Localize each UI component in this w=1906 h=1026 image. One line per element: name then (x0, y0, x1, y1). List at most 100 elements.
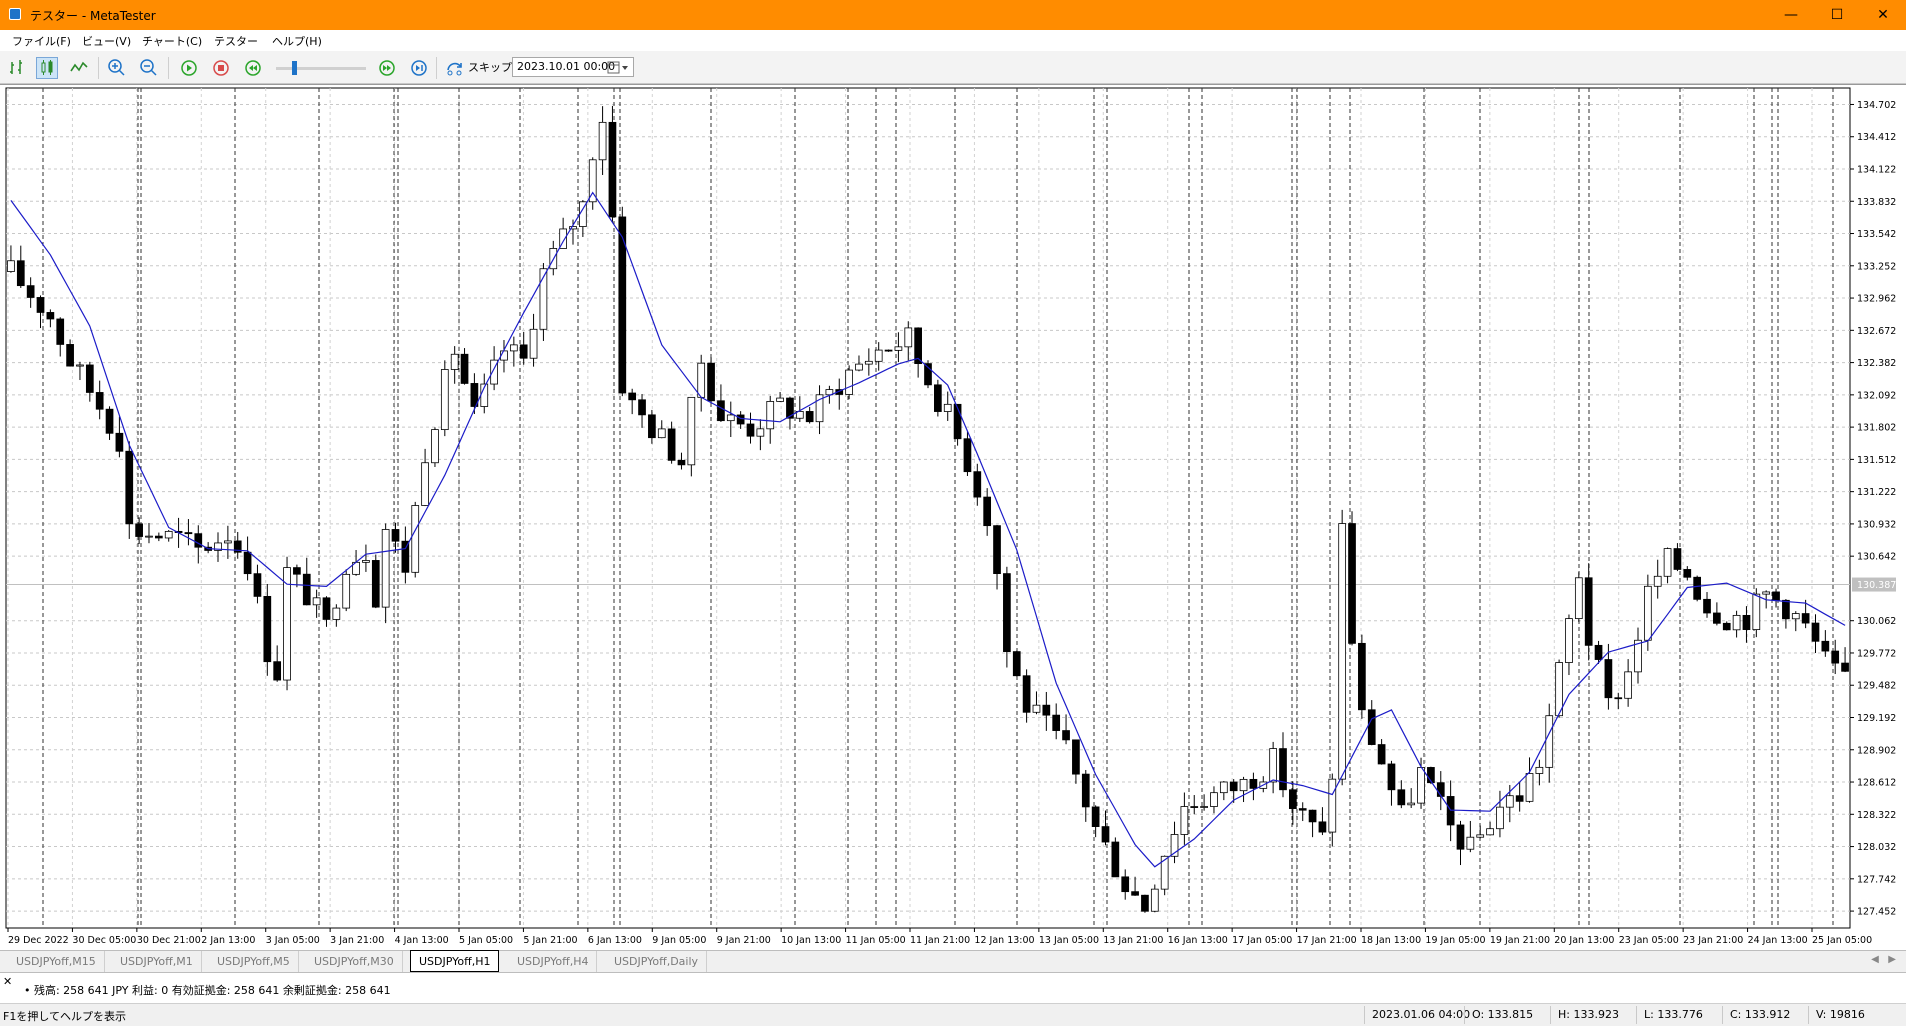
price-axis: 134.702 134.412 134.122 133.832 133.542 133.2… (1850, 100, 1896, 918)
candle-body (1732, 614, 1741, 631)
rewind-icon[interactable] (242, 57, 264, 79)
candle-body (145, 535, 153, 538)
time-label: 18 Jan 13:00 (1361, 935, 1421, 946)
price-label: 132.382 (1857, 358, 1896, 369)
skip-date-input[interactable]: 2023.10.01 00:00 (512, 57, 634, 77)
speed-slider[interactable] (276, 67, 366, 70)
bar-chart-icon[interactable] (6, 57, 28, 79)
menu-file[interactable]: ファイル(F) (12, 33, 71, 49)
tab-m30[interactable]: USDJPYoff,M30 (306, 951, 403, 972)
candle-body (1042, 704, 1051, 716)
candle-body (1407, 802, 1416, 806)
minimize-button[interactable]: — (1768, 0, 1814, 30)
current-price-label: 130.387 (1857, 580, 1896, 591)
candle-body (273, 661, 282, 681)
candle-body (697, 362, 706, 398)
candle-body (154, 535, 163, 539)
menu-view[interactable]: ビュー(V) (82, 33, 131, 49)
close-button[interactable]: ✕ (1860, 0, 1906, 30)
menu-help[interactable]: ヘルプ(H) (272, 33, 322, 49)
price-chart[interactable]: 134.702 134.412 134.122 133.832 133.542 133.2… (0, 85, 1906, 951)
speed-slider-thumb[interactable] (292, 61, 297, 75)
tab-h1[interactable]: USDJPYoff,H1 (410, 950, 500, 972)
price-label: 130.642 (1857, 552, 1896, 563)
candle-body (1081, 773, 1090, 808)
candle-body (1673, 548, 1682, 570)
tab-scroll-arrows[interactable]: ◀ ▶ (1871, 954, 1896, 965)
skip-button-label[interactable]: スキップ (468, 59, 512, 75)
candle-body (342, 573, 351, 609)
candle-body (1555, 662, 1563, 717)
chart-panel[interactable]: 134.702 134.412 134.122 133.832 133.542 133.2… (0, 84, 1906, 951)
skip-date-value: 2023.10.01 00:00 (517, 60, 616, 73)
candle-body (904, 327, 913, 348)
tab-m15[interactable]: USDJPYoff,M15 (8, 951, 105, 972)
time-label: 9 Jan 21:00 (717, 935, 771, 946)
candle-body (76, 364, 84, 367)
candle-body (26, 285, 35, 298)
candle-body (1565, 618, 1573, 663)
price-label: 129.772 (1857, 648, 1896, 659)
step-forward-icon[interactable] (408, 57, 430, 79)
line-chart-icon[interactable] (68, 57, 90, 79)
candle-body (766, 401, 775, 430)
candle-body (1486, 828, 1494, 836)
candle-body (1131, 891, 1139, 896)
candle-body (1683, 569, 1692, 578)
price-label: 128.032 (1857, 842, 1896, 853)
price-label: 133.542 (1857, 229, 1896, 240)
tab-m1[interactable]: USDJPYoff,M1 (112, 951, 202, 972)
candle-body (381, 529, 390, 608)
candle-body (164, 530, 173, 539)
skip-icon[interactable] (444, 57, 466, 79)
candle-body (332, 607, 341, 620)
candle-body (1466, 836, 1475, 850)
candle-body (1052, 714, 1061, 731)
time-label: 17 Jan 21:00 (1297, 935, 1357, 946)
candle-body (135, 523, 143, 537)
candle-body (1348, 523, 1356, 644)
title-bar: テスター - MetaTester — ☐ ✕ (0, 0, 1906, 30)
candle-body (707, 362, 715, 402)
price-label: 130.932 (1857, 519, 1896, 530)
candle-body (1515, 795, 1524, 802)
candle-body (115, 432, 124, 452)
candle-body (756, 428, 765, 437)
calendar-dropdown-icon[interactable] (607, 61, 631, 75)
toolbar-separator (98, 57, 99, 79)
menu-tester[interactable]: テスター (214, 33, 258, 49)
time-label: 2 Jan 13:00 (201, 935, 255, 946)
play-icon[interactable] (178, 57, 200, 79)
candle-body (1762, 591, 1771, 595)
candlestick-chart-icon[interactable] (36, 57, 58, 79)
menu-chart[interactable]: チャート(C) (142, 33, 202, 49)
zoom-out-icon[interactable] (138, 57, 160, 79)
candle-body (1141, 894, 1149, 912)
price-label: 127.742 (1857, 874, 1896, 885)
candle-body (855, 363, 863, 371)
candle-body (16, 260, 25, 287)
price-label: 128.322 (1857, 810, 1896, 821)
time-label: 6 Jan 13:00 (588, 935, 642, 946)
candle-body (1012, 651, 1021, 677)
zoom-in-icon[interactable] (106, 57, 128, 79)
candle-body (1643, 585, 1652, 641)
candle-body (667, 428, 676, 461)
toolbox-close-icon[interactable]: ✕ (3, 975, 12, 988)
maximize-button[interactable]: ☐ (1814, 0, 1860, 30)
time-label: 24 Jan 13:00 (1748, 935, 1808, 946)
status-separator (1550, 1006, 1551, 1024)
candle-body (1456, 824, 1465, 850)
moving-average-path (10, 191, 1846, 868)
candle-body (85, 364, 94, 393)
tab-daily[interactable]: USDJPYoff,Daily (606, 951, 708, 972)
tab-h4[interactable]: USDJPYoff,H4 (509, 951, 598, 972)
tab-m5[interactable]: USDJPYoff,M5 (209, 951, 299, 972)
status-open: O: 133.815 (1472, 1008, 1534, 1021)
fast-forward-icon[interactable] (376, 57, 398, 79)
time-label: 30 Dec 21:00 (137, 935, 201, 946)
time-label: 23 Jan 05:00 (1619, 935, 1679, 946)
candle-body (263, 595, 272, 663)
stop-icon[interactable] (210, 57, 232, 79)
candle-body (845, 369, 853, 395)
